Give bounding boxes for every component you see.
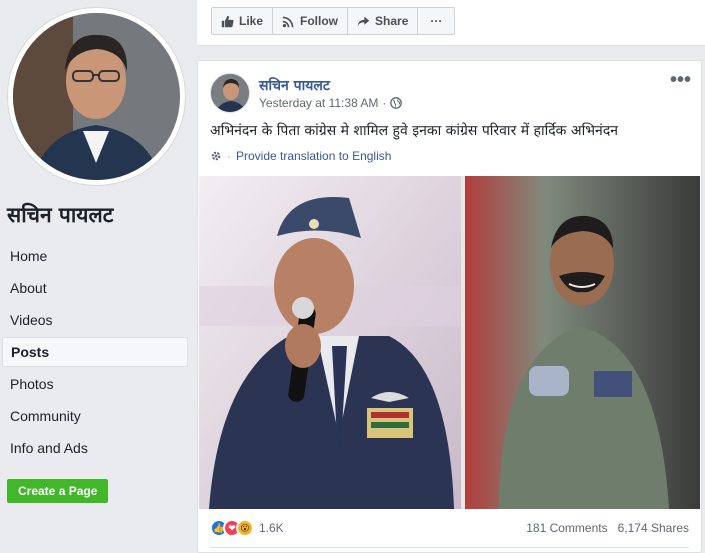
create-page-button[interactable]: Create a Page bbox=[7, 479, 109, 503]
share-arrow-icon bbox=[357, 16, 370, 26]
post-message: अभिनंदन के पिता कांग्रेस मे शामिल हुवे इ… bbox=[210, 123, 619, 139]
share-label: Share bbox=[375, 14, 409, 28]
follow-label: Follow bbox=[300, 14, 339, 28]
like-page-button[interactable]: Like bbox=[211, 7, 274, 35]
post-footer: 👍 ❤ 😮 1.6K 181 Comments 6,174 Shares bbox=[210, 516, 689, 540]
shares-count[interactable]: 6,174 Shares bbox=[618, 521, 689, 535]
page-action-bar: Like Follow Share ··· bbox=[197, 0, 705, 46]
reaction-count[interactable]: 1.6K bbox=[259, 521, 284, 535]
nav-item-home[interactable]: Home bbox=[2, 241, 188, 271]
like-label: Like bbox=[239, 14, 264, 28]
profile-picture[interactable] bbox=[8, 8, 185, 185]
more-dots-icon: ··· bbox=[430, 14, 443, 28]
post-options-button[interactable]: ••• bbox=[670, 70, 691, 90]
nav-item-posts[interactable]: Posts bbox=[2, 337, 188, 367]
post-author-name[interactable]: सचिन पायलट bbox=[259, 76, 330, 95]
nav-item-videos[interactable]: Videos bbox=[2, 305, 188, 335]
author-avatar[interactable] bbox=[210, 73, 250, 113]
more-options-button[interactable]: ··· bbox=[417, 7, 456, 35]
translation-row: · Provide translation to English bbox=[210, 149, 391, 163]
page-nav: Home About Videos Posts Photos Community… bbox=[2, 241, 188, 465]
rss-follow-icon bbox=[282, 16, 294, 27]
comments-count[interactable]: 181 Comments bbox=[526, 521, 607, 535]
post-meta: Yesterday at 11:38 AM · bbox=[259, 96, 403, 110]
thumbs-up-icon bbox=[221, 15, 234, 27]
reaction-summary[interactable]: 👍 ❤ 😮 1.6K bbox=[210, 519, 284, 537]
post-card: सचिन पायलट Yesterday at 11:38 AM · ••• अ… bbox=[197, 60, 702, 553]
footer-divider bbox=[210, 547, 689, 548]
nav-item-community[interactable]: Community bbox=[2, 401, 188, 431]
post-timestamp[interactable]: Yesterday at 11:38 AM bbox=[259, 96, 378, 110]
avatar bbox=[13, 13, 180, 180]
translate-link[interactable]: Provide translation to English bbox=[236, 149, 391, 163]
engagement-counts: 181 Comments 6,174 Shares bbox=[526, 521, 689, 535]
gear-icon bbox=[211, 151, 221, 161]
page-sidebar: सचिन पायलट Home About Videos Posts Photo… bbox=[0, 0, 197, 553]
post-photo[interactable] bbox=[199, 176, 700, 509]
meta-separator: · bbox=[382, 96, 387, 110]
translation-separator: · bbox=[227, 149, 231, 163]
follow-page-button[interactable]: Follow bbox=[272, 7, 349, 35]
nav-item-about[interactable]: About bbox=[2, 273, 188, 303]
share-page-button[interactable]: Share bbox=[347, 7, 419, 35]
page-actions: Like Follow Share ··· bbox=[211, 7, 456, 35]
nav-item-info-and-ads[interactable]: Info and Ads bbox=[2, 433, 188, 463]
nav-item-photos[interactable]: Photos bbox=[2, 369, 188, 399]
page-title[interactable]: सचिन पायलट bbox=[7, 201, 113, 229]
wow-reaction-icon: 😮 bbox=[236, 519, 254, 537]
globe-icon bbox=[390, 97, 403, 109]
